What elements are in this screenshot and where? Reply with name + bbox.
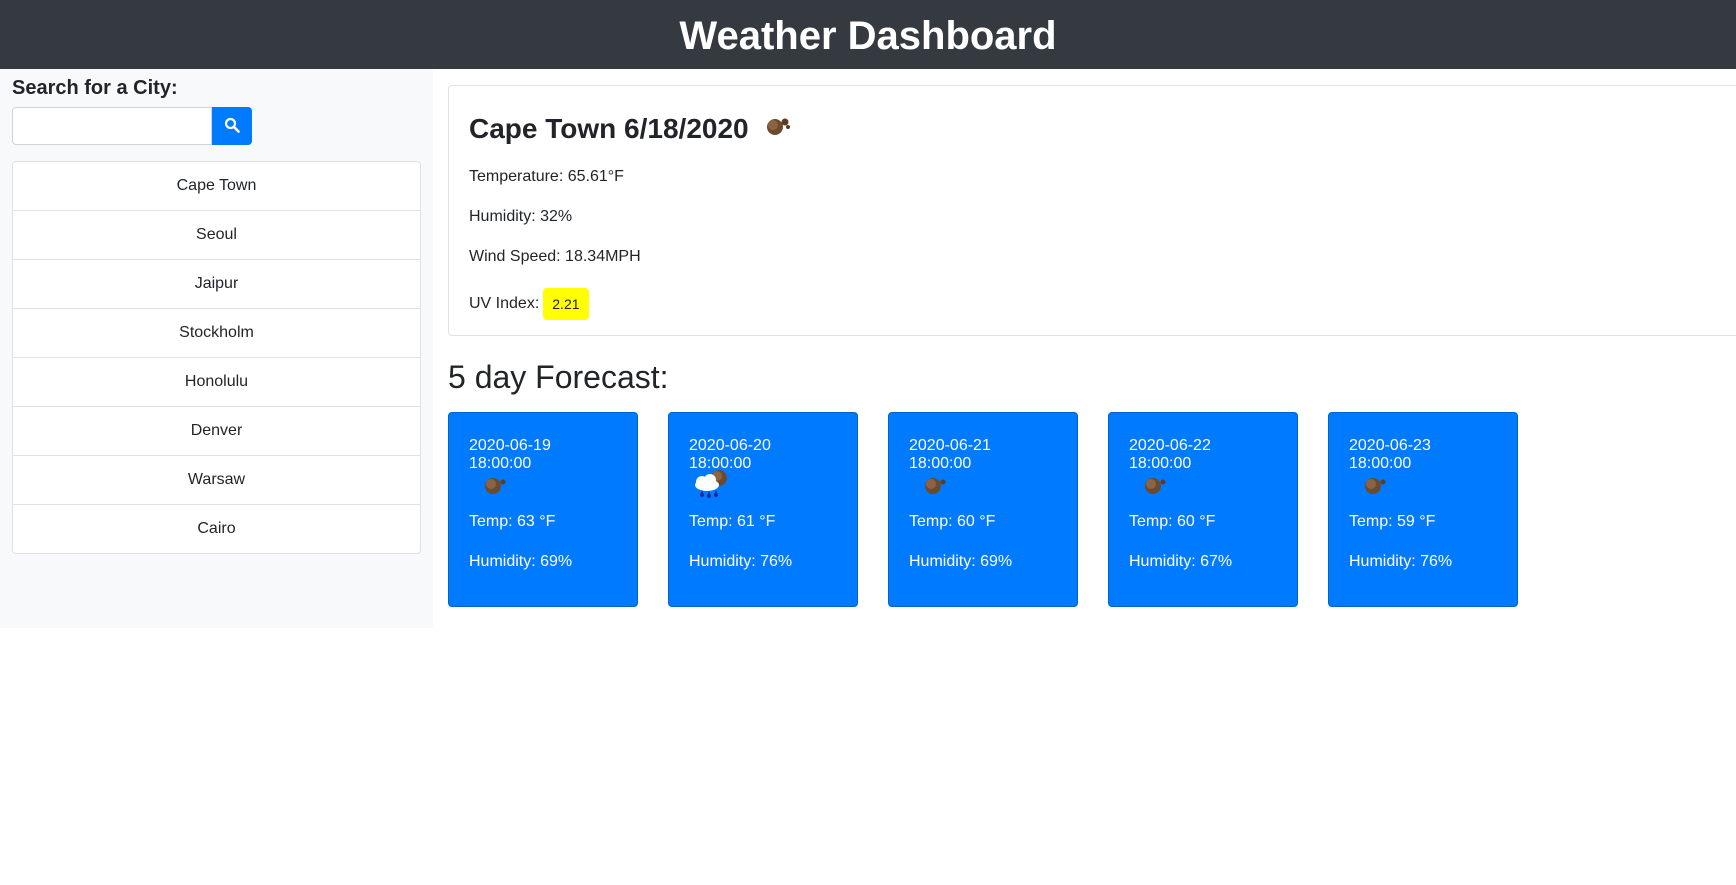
overcast-clouds-icon [1141, 473, 1171, 502]
forecast-card: 2020-06-22 18:00:00 Temp: 60 °F Humidity… [1108, 412, 1298, 607]
current-wind-speed: Wind Speed: 18.34MPH [469, 248, 641, 265]
search-label: Search for a City: [12, 77, 178, 99]
forecast-card: 2020-06-19 18:00:00 Temp: 63 °F Humidity… [448, 412, 638, 607]
city-item[interactable]: Honolulu [13, 358, 420, 407]
current-weather-card: Cape Town 6/18/2020 Temperature: 65.61°F… [448, 85, 1736, 336]
overcast-clouds-icon [921, 473, 951, 502]
forecast-temp: Temp: 59 °F [1349, 513, 1436, 530]
rain-clouds-icon [689, 468, 733, 507]
search-row [12, 107, 421, 145]
main-content: Cape Town 6/18/2020 Temperature: 65.61°F… [433, 69, 1736, 628]
forecast-card: 2020-06-20 18:00:00 Temp: 61 °F Humidity… [668, 412, 858, 607]
forecast-humidity: Humidity: 76% [689, 553, 793, 570]
forecast-temp: Temp: 60 °F [1129, 513, 1216, 530]
uv-index-row: UV Index: 2.21 [469, 288, 1718, 320]
forecast-date: 2020-06-23 18:00:00 [1349, 437, 1431, 472]
forecast-date: 2020-06-20 18:00:00 [689, 437, 771, 472]
forecast-heading: 5 day Forecast: [448, 359, 669, 395]
current-humidity: Humidity: 32% [469, 208, 573, 225]
city-item[interactable]: Stockholm [13, 309, 420, 358]
forecast-temp: Temp: 60 °F [909, 513, 996, 530]
city-item[interactable]: Denver [13, 407, 420, 456]
forecast-date: 2020-06-21 18:00:00 [909, 437, 991, 472]
page-title: Weather Dashboard [679, 13, 1057, 58]
forecast-cards: 2020-06-19 18:00:00 Temp: 63 °F Humidity… [448, 412, 1736, 607]
city-item[interactable]: Warsaw [13, 456, 420, 505]
forecast-date: 2020-06-22 18:00:00 [1129, 437, 1211, 472]
current-city-date: Cape Town 6/18/2020 [469, 113, 749, 144]
forecast-date: 2020-06-19 18:00:00 [469, 437, 551, 472]
city-item[interactable]: Seoul [13, 211, 420, 260]
dashboard-layout: Search for a City: Cape Town Seoul Jaipu… [0, 69, 1736, 628]
forecast-card: 2020-06-23 18:00:00 Temp: 59 °F Humidity… [1328, 412, 1518, 607]
forecast-temp: Temp: 61 °F [689, 513, 776, 530]
search-icon [224, 117, 240, 136]
forecast-humidity: Humidity: 67% [1129, 553, 1233, 570]
current-temperature: Temperature: 65.61°F [469, 168, 624, 185]
forecast-temp: Temp: 63 °F [469, 513, 556, 530]
forecast-humidity: Humidity: 76% [1349, 553, 1453, 570]
overcast-clouds-icon [763, 113, 793, 145]
top-navbar: Weather Dashboard [0, 0, 1736, 69]
forecast-humidity: Humidity: 69% [909, 553, 1013, 570]
city-search-input[interactable] [12, 107, 212, 145]
sidebar: Search for a City: Cape Town Seoul Jaipu… [0, 69, 433, 628]
city-item[interactable]: Cape Town [13, 162, 420, 211]
current-weather-heading: Cape Town 6/18/2020 [469, 112, 1718, 146]
city-item[interactable]: Jaipur [13, 260, 420, 309]
overcast-clouds-icon [481, 473, 511, 502]
uv-index-badge: 2.21 [543, 288, 589, 320]
uv-index-label: UV Index: [469, 295, 540, 312]
forecast-humidity: Humidity: 69% [469, 553, 573, 570]
forecast-card: 2020-06-21 18:00:00 Temp: 60 °F Humidity… [888, 412, 1078, 607]
city-item[interactable]: Cairo [13, 505, 420, 553]
search-button[interactable] [212, 107, 252, 145]
overcast-clouds-icon [1361, 473, 1391, 502]
city-history-list: Cape Town Seoul Jaipur Stockholm Honolul… [12, 161, 421, 554]
